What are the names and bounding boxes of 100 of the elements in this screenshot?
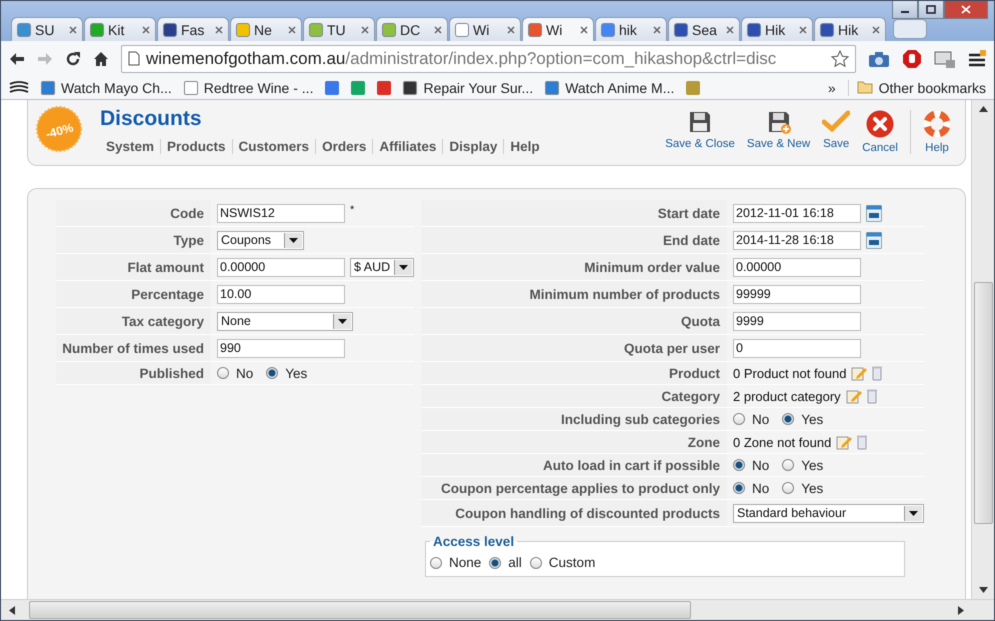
- radio-option[interactable]: Custom: [530, 555, 596, 570]
- text-field[interactable]: 0: [733, 338, 861, 358]
- bookmark-icon[interactable]: [9, 80, 29, 94]
- bookmark-link[interactable]: Watch Anime M...: [545, 80, 674, 96]
- text-field[interactable]: 10.00: [217, 284, 345, 304]
- browser-tab[interactable]: hik: [595, 17, 667, 41]
- radio-option[interactable]: No: [733, 412, 770, 426]
- menu-item[interactable]: Help: [503, 139, 546, 154]
- radio-option[interactable]: Yes: [782, 480, 824, 496]
- close-icon[interactable]: [799, 26, 807, 34]
- browser-tab[interactable]: Wi: [449, 17, 521, 41]
- close-button[interactable]: [944, 1, 988, 19]
- field-label: Zone: [421, 431, 727, 453]
- close-icon[interactable]: [726, 26, 734, 34]
- trash-icon[interactable]: [857, 434, 868, 450]
- close-icon[interactable]: [434, 26, 442, 34]
- window-icon[interactable]: [934, 48, 956, 68]
- browser-tab[interactable]: SU: [11, 17, 83, 41]
- browser-tab[interactable]: Hik: [741, 17, 813, 41]
- scroll-right-icon[interactable]: [958, 606, 964, 614]
- calendar-icon[interactable]: [866, 232, 882, 248]
- trash-icon[interactable]: [866, 388, 877, 404]
- toolbar-button[interactable]: Save & Close: [659, 110, 741, 150]
- radio-option[interactable]: No: [733, 458, 770, 472]
- bookmark-link[interactable]: Watch Mayo Ch...: [41, 80, 172, 96]
- scroll-left-icon[interactable]: [9, 606, 15, 614]
- home-icon[interactable]: [93, 51, 109, 66]
- close-icon[interactable]: [361, 26, 369, 34]
- browser-tab[interactable]: DC: [376, 17, 448, 41]
- radio-option[interactable]: all: [489, 555, 522, 570]
- camera-icon[interactable]: [868, 50, 890, 68]
- browser-tab[interactable]: Ne: [230, 17, 302, 41]
- vertical-scrollbar[interactable]: [971, 100, 994, 599]
- close-icon[interactable]: [215, 26, 223, 34]
- close-icon[interactable]: [872, 26, 880, 34]
- menu-item[interactable]: Display: [442, 139, 504, 154]
- text-field[interactable]: NSWIS12: [217, 204, 345, 222]
- back-icon[interactable]: [9, 52, 25, 66]
- radio-option[interactable]: No: [217, 366, 254, 380]
- close-icon[interactable]: [580, 26, 588, 34]
- edit-icon[interactable]: [836, 434, 852, 450]
- text-field[interactable]: 0.00000: [733, 258, 861, 276]
- menu-icon[interactable]: [968, 50, 986, 68]
- menu-item[interactable]: Orders: [315, 139, 372, 154]
- menu-item[interactable]: Affiliates: [372, 139, 442, 154]
- date-field[interactable]: 2014-11-28 16:18: [733, 230, 861, 250]
- radio-option[interactable]: No: [733, 480, 770, 496]
- text-field[interactable]: 0.00000: [217, 258, 345, 276]
- text-field[interactable]: 990: [217, 338, 345, 358]
- more-bookmarks-button[interactable]: »: [828, 80, 836, 96]
- browser-tab[interactable]: Kit: [84, 17, 156, 41]
- radio-option[interactable]: Yes: [782, 458, 824, 472]
- folder-icon: [856, 81, 873, 94]
- page-icon: [128, 51, 140, 66]
- menu-item[interactable]: System: [100, 139, 160, 154]
- menu-item[interactable]: Products: [160, 139, 232, 154]
- field-label: Category: [421, 385, 727, 407]
- close-icon[interactable]: [142, 26, 150, 34]
- reload-icon[interactable]: [65, 50, 81, 66]
- browser-tab[interactable]: Fas: [157, 17, 229, 41]
- star-icon[interactable]: [831, 50, 849, 68]
- maximize-button[interactable]: [918, 1, 944, 19]
- field-label: Number of times used: [56, 335, 211, 361]
- radio-option[interactable]: None: [430, 555, 482, 570]
- close-icon[interactable]: [653, 26, 661, 34]
- trash-icon[interactable]: [872, 366, 882, 380]
- text-field[interactable]: 99999: [733, 284, 861, 304]
- toolbar-button[interactable]: Save & New: [740, 110, 816, 150]
- toolbar-button[interactable]: Save: [816, 110, 856, 150]
- menu-item[interactable]: Customers: [232, 139, 316, 154]
- stop-icon[interactable]: [902, 48, 922, 68]
- text-field[interactable]: 9999: [733, 312, 861, 330]
- select-field[interactable]: None: [217, 312, 353, 330]
- bookmark-link[interactable]: Redtree Wine - ...: [184, 80, 314, 96]
- browser-tab[interactable]: TU: [303, 17, 375, 41]
- radio-option[interactable]: Yes: [266, 366, 308, 380]
- select-field[interactable]: Coupons: [217, 230, 304, 250]
- close-icon[interactable]: [69, 26, 77, 34]
- edit-icon[interactable]: [851, 365, 868, 381]
- bookmark-link[interactable]: Repair Your Sur...: [403, 80, 534, 96]
- date-field[interactable]: 2012-11-01 16:18: [733, 204, 861, 222]
- minimize-button[interactable]: [892, 1, 918, 19]
- select-field[interactable]: Standard behaviour: [733, 504, 924, 522]
- address-field[interactable]: winemenofgotham.com.au/administrator/index.php?option=com_hikashop&ctrl=disc: [121, 44, 856, 72]
- field-label: Type: [56, 227, 211, 253]
- toolbar-button[interactable]: Help: [910, 110, 957, 154]
- browser-tab[interactable]: Wi: [522, 17, 594, 41]
- edit-icon[interactable]: [846, 388, 862, 404]
- calendar-icon[interactable]: [866, 204, 882, 222]
- toolbar-button[interactable]: Cancel: [856, 110, 904, 154]
- horizontal-scrollbar[interactable]: [1, 599, 994, 620]
- browser-tab[interactable]: Sea: [668, 17, 740, 41]
- close-icon[interactable]: [507, 26, 515, 34]
- scroll-down-icon[interactable]: [978, 587, 988, 593]
- other-bookmarks-button[interactable]: Other bookmarks: [848, 80, 986, 96]
- browser-tab[interactable]: Hik: [814, 17, 886, 41]
- close-icon[interactable]: [288, 26, 296, 34]
- radio-option[interactable]: Yes: [782, 412, 824, 426]
- currency-select[interactable]: $ AUD: [350, 258, 414, 276]
- scroll-up-icon[interactable]: [978, 106, 988, 112]
